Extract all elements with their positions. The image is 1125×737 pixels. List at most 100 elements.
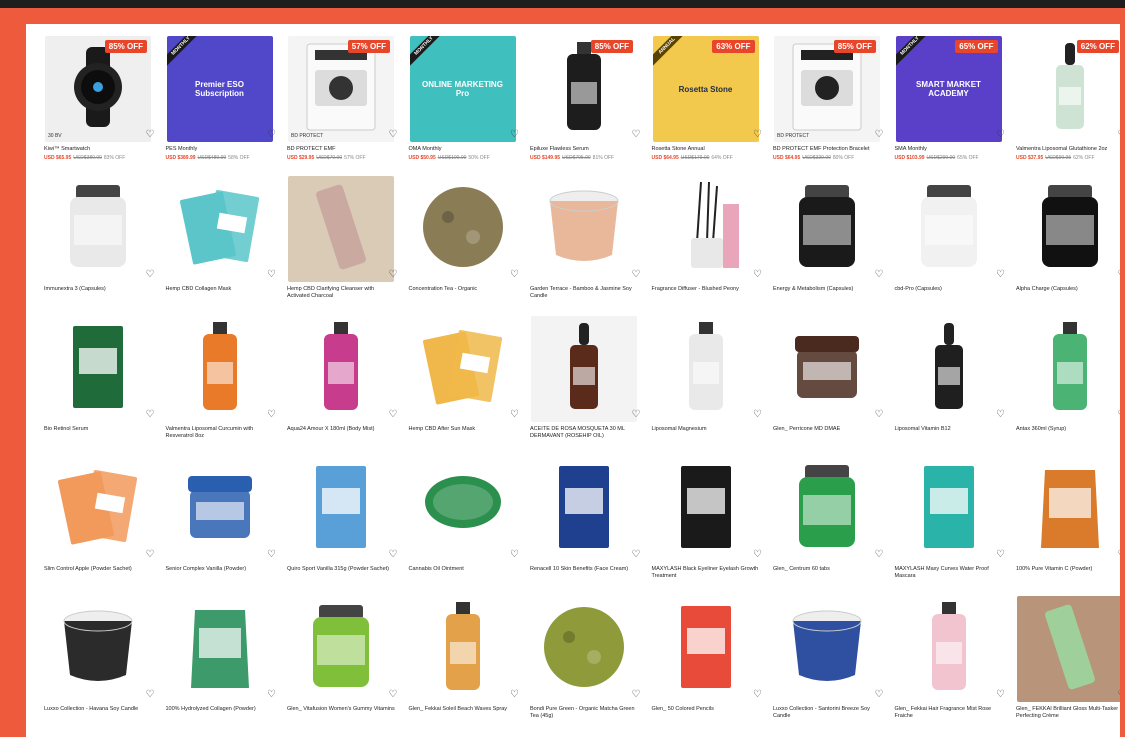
wishlist-heart-icon[interactable]: ♡ <box>875 689 884 700</box>
product-name[interactable]: Energy & Metabolism (Capsules) <box>773 286 890 293</box>
product-name[interactable]: Glen_ FEKKAI Brilliant Gloss Multi-Taske… <box>1016 706 1120 720</box>
product-name[interactable]: BD PROTECT EMF Protection Bracelet <box>773 146 890 153</box>
product-name[interactable]: Senior Complex Vanilla (Powder) <box>166 566 283 573</box>
wishlist-heart-icon[interactable]: ♡ <box>389 129 398 140</box>
product-name[interactable]: cbd-Pro (Capsules) <box>895 286 1012 293</box>
product-image[interactable]: BD PROTECT 85% OFF <box>774 36 880 142</box>
product-image[interactable]: ONLINE MARKETING Pro MONTHLY <box>409 36 516 142</box>
wishlist-heart-icon[interactable]: ♡ <box>753 269 762 280</box>
wishlist-heart-icon[interactable]: ♡ <box>146 129 155 140</box>
product-name[interactable]: Epiluxe Flawless Serum <box>530 146 647 153</box>
product-image[interactable] <box>288 176 394 282</box>
product-card[interactable]: ♡ Liposomal Vitamin B12 <box>895 316 1012 456</box>
product-name[interactable]: Fragrance Diffuser - Blushed Peony <box>652 286 769 293</box>
product-card[interactable]: ♡ Aqua24 Amour X 180ml (Body Mist) <box>287 316 404 456</box>
product-image[interactable] <box>531 316 637 422</box>
wishlist-heart-icon[interactable]: ♡ <box>389 549 398 560</box>
product-image[interactable] <box>1017 176 1120 282</box>
product-image[interactable] <box>166 596 273 702</box>
product-name[interactable]: Hemp CBD After Sun Mask <box>409 426 526 433</box>
wishlist-heart-icon[interactable]: ♡ <box>875 549 884 560</box>
wishlist-heart-icon[interactable]: ♡ <box>510 689 519 700</box>
product-card[interactable]: ONLINE MARKETING Pro MONTHLY ♡ OMA Monthly U… <box>409 36 526 176</box>
product-name[interactable]: Immunextra 3 (Capsules) <box>44 286 161 293</box>
product-name[interactable]: Valmentra Liposomal Glutathione 2oz <box>1016 146 1120 153</box>
product-image[interactable]: 62% OFF <box>1017 36 1120 142</box>
product-name[interactable]: Slim Control Apple (Powder Sachet) <box>44 566 161 573</box>
product-card[interactable]: BD PROTECT 85% OFF ♡ BD PROTECT EMF Protect… <box>773 36 890 176</box>
product-name[interactable]: Aqua24 Amour X 180ml (Body Mist) <box>287 426 404 433</box>
product-card[interactable]: ♡ Bio Retinol Serum <box>44 316 161 456</box>
product-image[interactable] <box>774 316 880 422</box>
wishlist-heart-icon[interactable]: ♡ <box>146 269 155 280</box>
product-card[interactable]: ♡ Luxxo Collection - Havana Soy Candle <box>44 596 161 736</box>
product-name[interactable]: Glen_ Fekkai Hair Fragrance Mist Rose Fr… <box>895 706 1012 720</box>
product-card[interactable]: ♡ 100% Pure Vitamin C (Powder) <box>1016 456 1120 596</box>
wishlist-heart-icon[interactable]: ♡ <box>510 549 519 560</box>
product-name[interactable]: Antax 360ml (Syrup) <box>1016 426 1120 433</box>
product-image[interactable] <box>409 176 516 282</box>
product-name[interactable]: ACEITE DE ROSA MOSQUETA 30 ML DERMAVANT … <box>530 426 647 440</box>
product-name[interactable]: Cannabis Oil Ointment <box>409 566 526 573</box>
product-card[interactable]: ♡ Renacell 10 Skin Benefits (Face Cream) <box>530 456 647 596</box>
product-card[interactable]: ♡ Glen_ Perricone MD DMAE <box>773 316 890 456</box>
product-card[interactable]: ♡ Concentration Tea - Organic <box>409 176 526 316</box>
product-card[interactable]: ♡ MAXYLASH Black Eyeliner Eyelash Growth … <box>652 456 769 596</box>
product-card[interactable]: ♡ Cannabis Oil Ointment <box>409 456 526 596</box>
product-image[interactable] <box>895 596 1002 702</box>
product-image[interactable] <box>1017 456 1120 562</box>
product-card[interactable]: ♡ Quiro Sport Vanilla 315g (Powder Sachet… <box>287 456 404 596</box>
wishlist-heart-icon[interactable]: ♡ <box>510 129 519 140</box>
product-image[interactable] <box>45 176 151 282</box>
wishlist-heart-icon[interactable]: ♡ <box>510 409 519 420</box>
product-image[interactable]: BD PROTECT 57% OFF <box>288 36 394 142</box>
product-image[interactable] <box>652 596 759 702</box>
wishlist-heart-icon[interactable]: ♡ <box>753 129 762 140</box>
product-card[interactable]: 85% OFF ♡ Epiluxe Flawless Serum USD $149.9… <box>530 36 647 176</box>
product-card[interactable]: ♡ Glen_ Vitafusion Women's Gummy Vitamins <box>287 596 404 736</box>
wishlist-heart-icon[interactable]: ♡ <box>632 269 641 280</box>
product-card[interactable]: ♡ Fragrance Diffuser - Blushed Peony <box>652 176 769 316</box>
product-card[interactable]: ♡ Hemp CBD Collagen Mask <box>166 176 283 316</box>
wishlist-heart-icon[interactable]: ♡ <box>1118 549 1120 560</box>
wishlist-heart-icon[interactable]: ♡ <box>632 129 641 140</box>
product-card[interactable]: ♡ cbd-Pro (Capsules) <box>895 176 1012 316</box>
product-card[interactable]: ♡ 100% Hydrolyzed Collagen (Powder) <box>166 596 283 736</box>
wishlist-heart-icon[interactable]: ♡ <box>1118 129 1120 140</box>
wishlist-heart-icon[interactable]: ♡ <box>1118 409 1120 420</box>
product-name[interactable]: SMA Monthly <box>895 146 1012 153</box>
product-name[interactable]: Glen_ Vitafusion Women's Gummy Vitamins <box>287 706 404 713</box>
product-name[interactable]: 100% Hydrolyzed Collagen (Powder) <box>166 706 283 713</box>
product-card[interactable]: ♡ Slim Control Apple (Powder Sachet) <box>44 456 161 596</box>
product-name[interactable]: Glen_ Centrum 60 tabs <box>773 566 890 573</box>
product-image[interactable] <box>166 176 273 282</box>
wishlist-heart-icon[interactable]: ♡ <box>753 409 762 420</box>
product-card[interactable]: ♡ Glen_ 50 Colored Pencils <box>652 596 769 736</box>
product-name[interactable]: Rosetta Stone Annual <box>652 146 769 153</box>
wishlist-heart-icon[interactable]: ♡ <box>875 409 884 420</box>
product-image[interactable] <box>166 456 273 562</box>
product-image[interactable] <box>288 456 394 562</box>
product-card[interactable]: ♡ Glen_ Fekkai Hair Fragrance Mist Rose F… <box>895 596 1012 736</box>
wishlist-heart-icon[interactable]: ♡ <box>753 549 762 560</box>
product-name[interactable]: OMA Monthly <box>409 146 526 153</box>
product-name[interactable]: Luxxo Collection - Santorini Breeze Soy … <box>773 706 890 720</box>
product-name[interactable]: Hemp CBD Collagen Mask <box>166 286 283 293</box>
product-image[interactable] <box>45 596 151 702</box>
product-image[interactable] <box>409 596 516 702</box>
product-image[interactable]: 30 BV 85% OFF <box>45 36 151 142</box>
product-card[interactable]: ♡ ACEITE DE ROSA MOSQUETA 30 ML DERMAVANT… <box>530 316 647 456</box>
product-image[interactable] <box>895 316 1002 422</box>
product-name[interactable]: Quiro Sport Vanilla 315g (Powder Sachet) <box>287 566 404 573</box>
wishlist-heart-icon[interactable]: ♡ <box>875 269 884 280</box>
product-image[interactable] <box>774 596 880 702</box>
product-image[interactable] <box>1017 596 1120 702</box>
product-name[interactable]: Liposomal Vitamin B12 <box>895 426 1012 433</box>
product-card[interactable]: ♡ Antax 360ml (Syrup) <box>1016 316 1120 456</box>
product-name[interactable]: Alpha Charge (Capsules) <box>1016 286 1120 293</box>
product-name[interactable]: Garden Terrace - Bamboo & Jasmine Soy Ca… <box>530 286 647 300</box>
product-card[interactable]: Rosetta Stone ANNUAL 63% OFF ♡ Rosetta Stone… <box>652 36 769 176</box>
product-name[interactable]: Valmentra Liposomal Curcumin with Resver… <box>166 426 283 440</box>
product-image[interactable]: SMART MARKET ACADEMY MONTHLY 65% OFF <box>895 36 1002 142</box>
product-card[interactable]: Premier ESO Subscription MONTHLY ♡ PES Mont… <box>166 36 283 176</box>
